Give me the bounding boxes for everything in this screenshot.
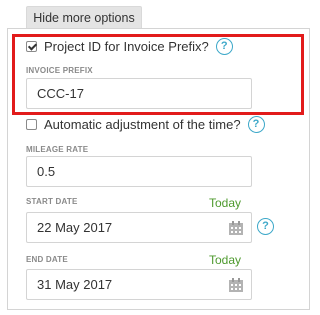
calendar-icon[interactable] — [228, 220, 244, 236]
help-icon[interactable]: ? — [247, 116, 265, 133]
start-date-input[interactable]: 22 May 2017 — [26, 212, 252, 243]
mileage-rate-label: MILEAGE RATE — [26, 145, 89, 154]
end-date-label: END DATE — [26, 255, 68, 264]
invoice-prefix-row: Project ID for Invoice Prefix? ? — [26, 38, 233, 55]
mileage-rate-input[interactable] — [26, 156, 252, 187]
hide-more-options-button[interactable]: Hide more options — [26, 6, 142, 30]
help-icon[interactable]: ? — [257, 218, 274, 235]
help-icon[interactable]: ? — [215, 38, 233, 55]
start-date-label: START DATE — [26, 197, 78, 206]
start-date-value: 22 May 2017 — [37, 220, 113, 235]
auto-adjustment-checkbox-label: Automatic adjustment of the time? — [44, 117, 241, 132]
invoice-prefix-checkbox[interactable] — [26, 41, 37, 52]
end-date-today-link[interactable]: Today — [209, 253, 241, 267]
invoice-prefix-label: INVOICE PREFIX — [26, 66, 93, 75]
auto-adjustment-checkbox[interactable] — [26, 119, 37, 130]
invoice-prefix-checkbox-label: Project ID for Invoice Prefix? — [44, 39, 209, 54]
calendar-icon[interactable] — [228, 277, 244, 293]
start-date-today-link[interactable]: Today — [209, 196, 241, 210]
invoice-prefix-input[interactable] — [26, 78, 252, 109]
end-date-value: 31 May 2017 — [37, 277, 113, 292]
auto-adjustment-row: Automatic adjustment of the time? ? — [26, 116, 265, 133]
end-date-input[interactable]: 31 May 2017 — [26, 269, 252, 300]
